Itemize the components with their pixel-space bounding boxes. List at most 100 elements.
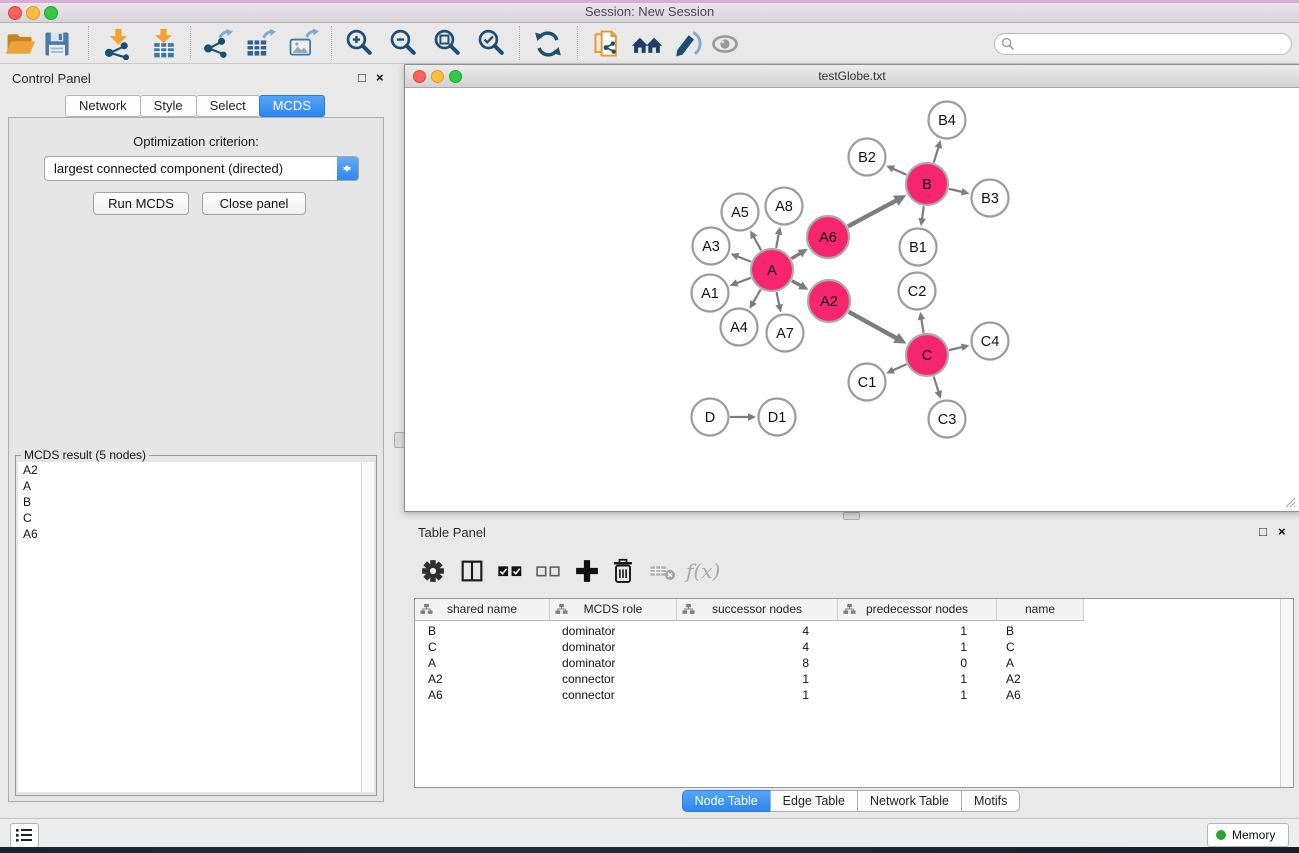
- mcds-result-list[interactable]: A2ABCA6: [18, 462, 362, 792]
- node-C3[interactable]: C3: [929, 401, 966, 438]
- select-all-checks-icon[interactable]: [496, 557, 524, 585]
- network-graph[interactable]: AA1A2A3A4A5A6A7A8BB1B2B3B4CC1C2C3C4DD1: [405, 88, 1297, 509]
- table-cell[interactable]: B: [993, 623, 1066, 639]
- delete-table-icon[interactable]: [649, 557, 677, 585]
- tab-mcds[interactable]: MCDS: [259, 95, 325, 117]
- table-panel-float-icon[interactable]: □: [1259, 524, 1267, 540]
- table-cell[interactable]: 4: [675, 639, 835, 655]
- run-mcds-button[interactable]: Run MCDS: [93, 192, 189, 215]
- table-cell[interactable]: 1: [835, 671, 993, 687]
- edge-B-B3[interactable]: [949, 189, 964, 192]
- memory-button[interactable]: Memory: [1207, 823, 1289, 847]
- export-table-icon[interactable]: [244, 28, 276, 60]
- table-row[interactable]: Adominator80A: [415, 655, 1293, 671]
- result-list-scrollbar[interactable]: [361, 462, 374, 792]
- node-B[interactable]: B: [906, 163, 948, 205]
- add-row-icon[interactable]: [573, 557, 601, 585]
- edge-C-C2[interactable]: [921, 318, 923, 333]
- node-B3[interactable]: B3: [972, 180, 1009, 217]
- edge-C-C4[interactable]: [949, 347, 964, 350]
- tab-network-table[interactable]: Network Table: [857, 790, 962, 812]
- column-header-shared-name[interactable]: shared name: [415, 599, 550, 620]
- column-header-name[interactable]: name: [997, 599, 1084, 620]
- table-cell[interactable]: 4: [675, 623, 835, 639]
- search-box[interactable]: [994, 33, 1292, 55]
- tab-motifs[interactable]: Motifs: [961, 790, 1020, 812]
- node-C4[interactable]: C4: [972, 323, 1009, 360]
- edge-B-B2[interactable]: [892, 168, 907, 175]
- table-cell[interactable]: 1: [675, 687, 835, 703]
- node-B2[interactable]: B2: [849, 139, 886, 176]
- import-table-icon[interactable]: [148, 28, 180, 60]
- node-A[interactable]: A: [751, 249, 793, 291]
- tab-style[interactable]: Style: [140, 95, 197, 117]
- function-builder-icon[interactable]: f(x): [686, 559, 720, 583]
- export-network-icon[interactable]: [202, 28, 234, 60]
- node-A2[interactable]: A2: [808, 280, 850, 322]
- column-header-MCDS-role[interactable]: MCDS role: [550, 599, 677, 620]
- node-B1[interactable]: B1: [900, 229, 937, 266]
- hide-annotations-icon[interactable]: [670, 28, 702, 60]
- node-D[interactable]: D: [692, 399, 729, 436]
- node-A4[interactable]: A4: [721, 309, 758, 346]
- clear-checks-icon[interactable]: [534, 557, 562, 585]
- node-A6[interactable]: A6: [807, 216, 849, 258]
- table-cell[interactable]: 1: [835, 623, 993, 639]
- edge-C-C3[interactable]: [934, 376, 939, 393]
- result-item[interactable]: A: [18, 478, 362, 494]
- edge-C-C1[interactable]: [892, 364, 907, 371]
- node-A8[interactable]: A8: [766, 188, 803, 225]
- node-B4[interactable]: B4: [929, 102, 966, 139]
- table-cell[interactable]: A2: [993, 671, 1066, 687]
- result-item[interactable]: A2: [18, 462, 362, 478]
- zoom-selected-icon[interactable]: [476, 28, 508, 60]
- edge-B-B4[interactable]: [934, 146, 939, 163]
- node-D1[interactable]: D1: [759, 399, 796, 436]
- table-cell[interactable]: B: [415, 623, 536, 639]
- copy-network-icon[interactable]: [591, 28, 623, 60]
- table-panel-close-icon[interactable]: ×: [1278, 524, 1286, 540]
- table-cell[interactable]: dominator: [549, 623, 662, 639]
- result-item[interactable]: A6: [18, 526, 362, 542]
- node-A5[interactable]: A5: [722, 194, 759, 231]
- open-file-icon[interactable]: [4, 28, 36, 60]
- search-input[interactable]: [1019, 35, 1283, 53]
- node-C2[interactable]: C2: [899, 273, 936, 310]
- zoom-in-icon[interactable]: [344, 28, 376, 60]
- result-item[interactable]: B: [18, 494, 362, 510]
- table-cell[interactable]: A6: [993, 687, 1066, 703]
- table-row[interactable]: Cdominator41C: [415, 639, 1293, 655]
- table-cell[interactable]: dominator: [549, 639, 662, 655]
- horizontal-splitter-grip[interactable]: [843, 512, 860, 520]
- table-cell[interactable]: A2: [415, 671, 536, 687]
- tab-select[interactable]: Select: [196, 95, 260, 117]
- table-cell[interactable]: A: [415, 655, 536, 671]
- table-cell[interactable]: 1: [835, 687, 993, 703]
- edge-A6-B[interactable]: [848, 200, 898, 227]
- table-cell[interactable]: 1: [675, 671, 835, 687]
- table-row[interactable]: Bdominator41B: [415, 623, 1293, 639]
- node-C[interactable]: C: [906, 334, 948, 376]
- control-panel-float-icon[interactable]: □: [358, 70, 366, 86]
- settings-gear-icon[interactable]: [419, 557, 447, 585]
- edge-A-A3[interactable]: [736, 256, 751, 262]
- table-cell[interactable]: A6: [415, 687, 536, 703]
- node-A1[interactable]: A1: [692, 275, 729, 312]
- tab-edge-table[interactable]: Edge Table: [770, 790, 858, 812]
- edge-A-A1[interactable]: [735, 278, 751, 284]
- node-A3[interactable]: A3: [693, 228, 730, 265]
- table-cell[interactable]: connector: [549, 671, 662, 687]
- show-columns-icon[interactable]: [458, 557, 486, 585]
- column-header-successor-nodes[interactable]: successor nodes: [677, 599, 838, 620]
- table-cell[interactable]: dominator: [549, 655, 662, 671]
- table-cell[interactable]: C: [993, 639, 1066, 655]
- edge-B-B1[interactable]: [922, 206, 924, 220]
- node-A7[interactable]: A7: [767, 315, 804, 352]
- table-cell[interactable]: A: [993, 655, 1066, 671]
- export-image-icon[interactable]: [287, 28, 319, 60]
- table-cell[interactable]: 1: [835, 639, 993, 655]
- network-canvas[interactable]: AA1A2A3A4A5A6A7A8BB1B2B3B4CC1C2C3C4DD1: [405, 88, 1297, 509]
- table-cell[interactable]: 0: [835, 655, 993, 671]
- table-cell[interactable]: C: [415, 639, 536, 655]
- optimization-criterion-dropdown[interactable]: largest connected component (directed): [44, 156, 359, 181]
